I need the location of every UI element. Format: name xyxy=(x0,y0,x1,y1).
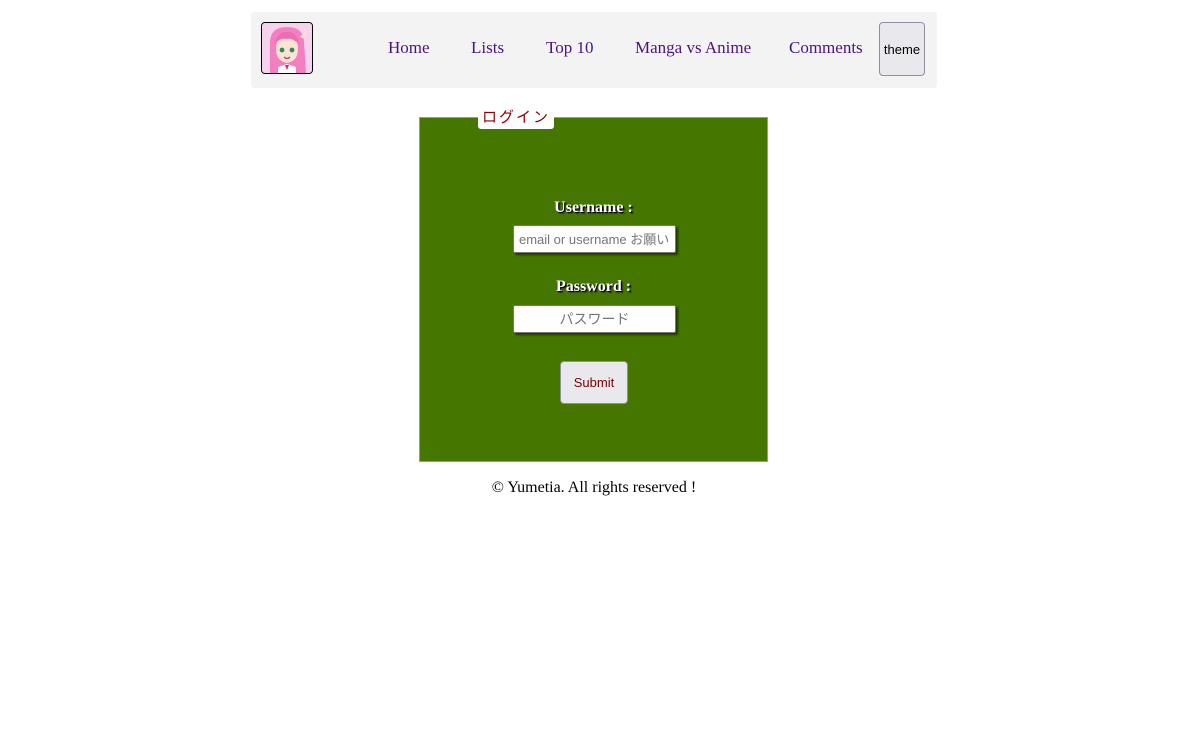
nav-link-top-10[interactable]: Top 10 xyxy=(546,38,593,58)
nav-link-manga-vs-anime[interactable]: Manga vs Anime xyxy=(635,38,751,58)
username-label: Username : xyxy=(554,199,633,216)
top-navbar: Home Lists Top 10 Manga vs Anime Comment… xyxy=(251,12,937,88)
password-label: Password : xyxy=(555,278,632,295)
anime-avatar-icon xyxy=(262,23,312,73)
username-input[interactable] xyxy=(513,225,676,253)
nav-link-comments[interactable]: Comments xyxy=(789,38,863,58)
submit-button[interactable]: Submit xyxy=(560,361,628,404)
theme-toggle-button[interactable]: theme xyxy=(879,22,925,76)
footer-copyright: © Yumetia. All rights reserved ! xyxy=(491,479,697,496)
login-legend: ログイン xyxy=(478,108,555,129)
site-logo[interactable] xyxy=(261,22,313,74)
nav-link-home[interactable]: Home xyxy=(388,38,430,58)
login-form: ログイン Username : Password : Submit xyxy=(419,108,768,462)
nav-link-lists[interactable]: Lists xyxy=(471,38,504,58)
password-input[interactable] xyxy=(513,305,676,333)
